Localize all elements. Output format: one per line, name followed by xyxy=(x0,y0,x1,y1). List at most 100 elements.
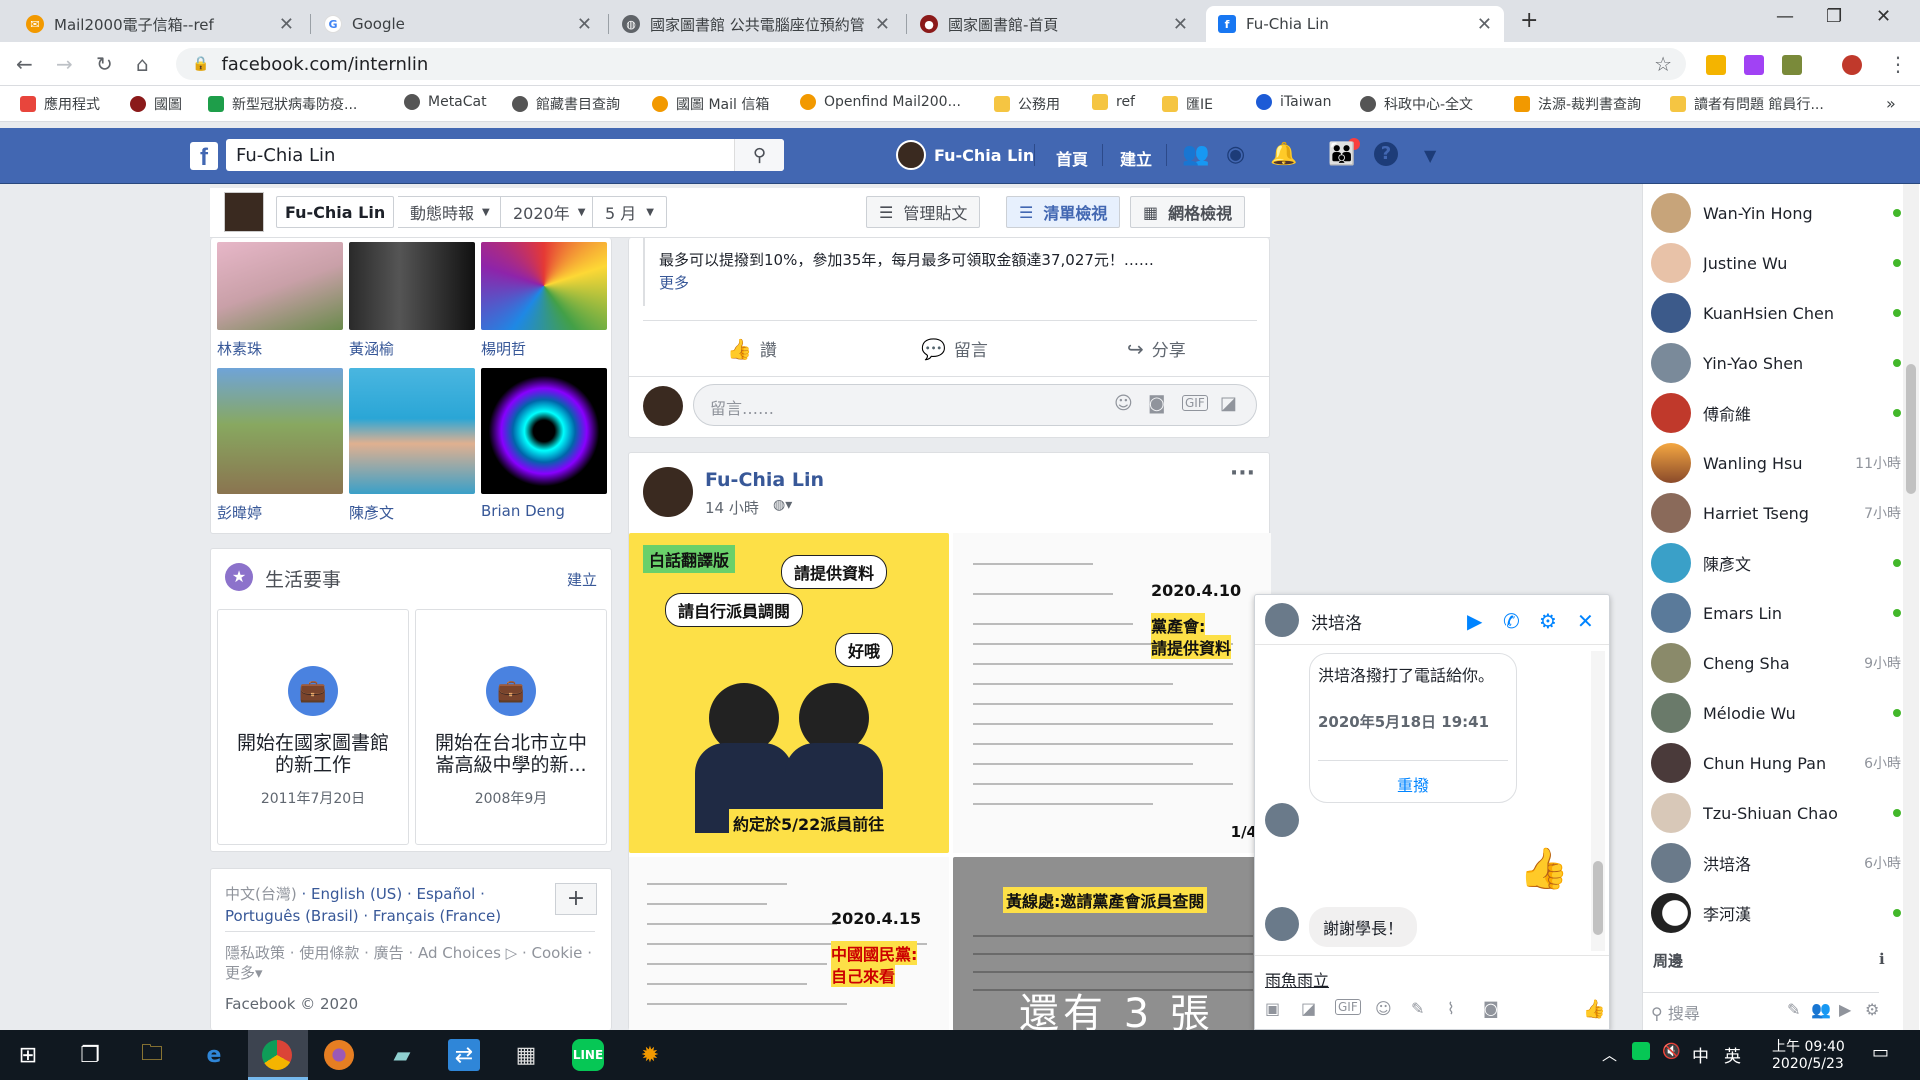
post-image[interactable]: 黃線處:邀請黨產會派員查閱 還有 3 張 xyxy=(953,857,1271,1031)
emoji-icon[interactable]: ☺ xyxy=(1114,393,1133,414)
friend-photo[interactable] xyxy=(217,368,343,494)
close-tab-icon[interactable]: ✕ xyxy=(1173,14,1188,35)
home-icon[interactable]: ⌂ xyxy=(136,52,149,76)
friend-photo[interactable] xyxy=(217,242,343,330)
notifications-icon[interactable]: 🔔 xyxy=(1270,142,1297,167)
profile-name-link[interactable]: Fu-Chia Lin xyxy=(934,146,1034,165)
search-icon[interactable]: ⚲ xyxy=(734,139,784,171)
friend-name[interactable]: 陳彥文 xyxy=(349,502,394,523)
contact-item[interactable]: Yin-Yao Shen xyxy=(1651,338,1901,388)
friend-name[interactable]: 黃涵榆 xyxy=(349,338,394,359)
gif-icon[interactable]: GIF xyxy=(1335,999,1361,1015)
back-icon[interactable]: ← xyxy=(16,52,33,76)
chat-header[interactable]: 洪培洛 ▶ ✆ ⚙ ✕ xyxy=(1255,595,1609,645)
contact-item[interactable]: Emars Lin xyxy=(1651,588,1901,638)
bookmark-item[interactable]: MetaCat xyxy=(404,94,487,110)
friend-photo[interactable] xyxy=(481,368,607,494)
task-view-icon[interactable]: ❐ xyxy=(74,1039,106,1071)
video-icon[interactable]: ▶ xyxy=(1839,1000,1851,1019)
year-dropdown[interactable]: 2020年 ▼ xyxy=(500,196,599,228)
pdf-extension-icon[interactable] xyxy=(1744,55,1764,75)
tray-expand-icon[interactable]: ︿ xyxy=(1602,1044,1617,1065)
extension-icon[interactable] xyxy=(1782,55,1802,75)
maximize-button[interactable]: ❐ xyxy=(1826,6,1842,27)
contact-item[interactable]: 陳彥文 xyxy=(1651,538,1901,588)
bookmark-folder[interactable]: ref xyxy=(1092,94,1135,110)
bookmark-apps[interactable]: 應用程式 xyxy=(20,94,100,114)
more-options-icon[interactable]: ··· xyxy=(1230,461,1255,486)
friend-name[interactable]: 林素珠 xyxy=(217,338,262,359)
contact-item[interactable]: Mélodie Wu xyxy=(1651,688,1901,738)
facebook-logo-icon[interactable]: f xyxy=(190,142,218,171)
bookmark-item[interactable]: 法源-裁判書查詢 xyxy=(1514,94,1641,114)
post-author[interactable]: Fu-Chia Lin xyxy=(705,469,824,491)
friend-name[interactable]: 楊明哲 xyxy=(481,338,526,359)
payment-icon[interactable]: ✎ xyxy=(1411,999,1424,1018)
avatar[interactable] xyxy=(896,140,926,170)
new-group-icon[interactable]: 👥 xyxy=(1811,1000,1831,1019)
camera-icon[interactable]: ◙ xyxy=(1148,393,1165,414)
friend-photo[interactable] xyxy=(481,242,607,330)
contact-item[interactable]: Harriet Tseng 7小時 xyxy=(1651,488,1901,538)
comment-input[interactable]: 留言…… ☺ ◙ GIF ◪ xyxy=(693,384,1257,426)
help-icon[interactable]: ? xyxy=(1374,142,1398,166)
attachment-icon[interactable]: ⌇ xyxy=(1447,999,1455,1018)
notification-center-icon[interactable]: ▭ xyxy=(1872,1042,1889,1063)
bookmark-star-icon[interactable]: ☆ xyxy=(1654,52,1672,76)
close-tab-icon[interactable]: ✕ xyxy=(279,14,294,35)
grid-view-button[interactable]: ▦ 網格檢視 xyxy=(1130,196,1246,228)
minimize-button[interactable]: — xyxy=(1776,6,1794,27)
url-bar[interactable]: 🔒 facebook.com/internlin ☆ xyxy=(176,48,1686,80)
bookmark-item[interactable]: 館藏書目查詢 xyxy=(512,94,620,114)
contact-item[interactable]: Chun Hung Pan 6小時 xyxy=(1651,738,1901,788)
menu-icon[interactable]: ⋮ xyxy=(1888,52,1908,76)
create-life-event-link[interactable]: 建立 xyxy=(567,569,597,590)
contact-item[interactable]: Tzu-Shiuan Chao xyxy=(1651,788,1901,838)
redial-button[interactable]: 重撥 xyxy=(1310,772,1516,796)
close-tab-icon[interactable]: ✕ xyxy=(1477,14,1492,35)
bookmark-folder[interactable]: 公務用 xyxy=(994,94,1060,114)
emoji-icon[interactable]: ☺ xyxy=(1375,999,1392,1018)
file-explorer-icon[interactable]: 🗀 xyxy=(136,1039,168,1071)
friend-photo[interactable] xyxy=(349,242,475,330)
post-image[interactable]: 2020.4.15 中國國民黨: 自己來看 xyxy=(629,857,949,1031)
volume-muted-icon[interactable]: 🔇 xyxy=(1662,1042,1681,1060)
clock-time[interactable]: 上午 09:40 xyxy=(1772,1036,1845,1056)
contact-item[interactable]: Cheng Sha 9小時 xyxy=(1651,638,1901,688)
close-tab-icon[interactable]: ✕ xyxy=(577,14,592,35)
page-scrollbar[interactable] xyxy=(1903,184,1919,1030)
sticker-icon[interactable]: ◪ xyxy=(1301,999,1316,1018)
camera-icon[interactable]: ◙ xyxy=(1483,999,1499,1018)
bookmark-item[interactable]: 國圖 xyxy=(130,94,182,114)
privacy-globe-icon[interactable]: ◍▾ xyxy=(773,497,792,513)
line-app-icon[interactable]: LINE xyxy=(572,1039,604,1071)
avatar[interactable] xyxy=(643,467,693,517)
see-more-link[interactable]: 更多 xyxy=(659,272,689,293)
close-window-button[interactable]: ✕ xyxy=(1876,6,1891,27)
chat-scrollbar[interactable] xyxy=(1591,651,1605,951)
share-button[interactable]: ↪ 分享 xyxy=(1127,336,1186,362)
manage-posts-button[interactable]: ☰ 管理貼文 xyxy=(866,196,981,228)
post-time[interactable]: 14 小時 xyxy=(705,497,759,518)
contact-item[interactable]: Justine Wu xyxy=(1651,238,1901,288)
nav-create[interactable]: 建立 xyxy=(1120,146,1152,170)
friend-photo[interactable] xyxy=(349,368,475,494)
gear-icon[interactable]: ⚙ xyxy=(1865,1000,1879,1019)
post-image[interactable]: 2020.4.10 黨產會: 請提供資料 1/4 xyxy=(953,533,1271,853)
new-tab-button[interactable]: + xyxy=(1520,8,1538,33)
bookmark-folder[interactable]: 匯IE xyxy=(1162,94,1213,114)
groups-icon[interactable]: 👪 xyxy=(1328,142,1355,167)
tab-ncl-home[interactable]: ● 國家圖書館-首頁 ✕ xyxy=(908,6,1200,42)
gear-icon[interactable]: ⚙ xyxy=(1539,609,1557,633)
chat-contact-name[interactable]: 洪培洛 xyxy=(1311,609,1362,634)
contacts-search-input[interactable]: ⚲ 搜尋 xyxy=(1651,1000,1791,1026)
profile-name-button[interactable]: Fu-Chia Lin xyxy=(276,196,395,228)
firefox-icon[interactable] xyxy=(324,1040,354,1070)
extension-icon[interactable] xyxy=(1706,55,1726,75)
tab-mail2000[interactable]: ✉ Mail2000電子信箱--ref ✕ xyxy=(14,6,306,42)
close-tab-icon[interactable]: ✕ xyxy=(875,14,890,35)
friend-name[interactable]: 彭暐婷 xyxy=(217,502,262,523)
video-call-icon[interactable]: ▶ xyxy=(1467,609,1482,633)
scrollbar-thumb[interactable] xyxy=(1593,861,1603,935)
contact-item[interactable]: Wan-Yin Hong xyxy=(1651,188,1901,238)
